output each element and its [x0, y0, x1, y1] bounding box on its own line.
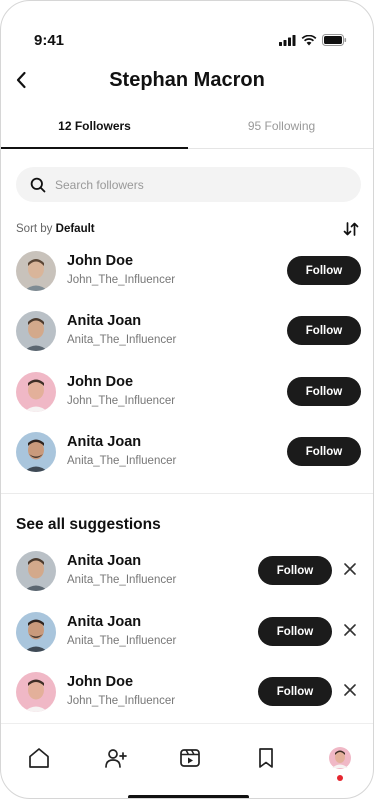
- suggestion-name: Anita Joan: [67, 553, 142, 569]
- follow-button[interactable]: Follow: [258, 617, 332, 646]
- search-icon: [30, 177, 46, 192]
- status-bar: 9:41: [1, 1, 373, 61]
- avatar[interactable]: [16, 311, 56, 351]
- close-icon: [344, 563, 356, 575]
- follow-button[interactable]: Follow: [287, 377, 361, 406]
- section-divider: [1, 493, 373, 494]
- avatar[interactable]: [16, 251, 56, 291]
- status-icons: [279, 34, 347, 46]
- bookmark-icon: [259, 748, 273, 768]
- signal-icon: [279, 34, 296, 46]
- follow-button[interactable]: Follow: [287, 316, 361, 345]
- dismiss-button[interactable]: [343, 623, 357, 637]
- profile-avatar: [329, 747, 351, 769]
- nav-profile[interactable]: [326, 744, 354, 772]
- nav-bookmarks[interactable]: [252, 744, 280, 772]
- search-input[interactable]: [55, 177, 335, 192]
- avatar[interactable]: [16, 672, 56, 712]
- suggestion-row: Anita Joan Anita_The_Influencer Follow: [1, 551, 373, 611]
- add-user-icon: [105, 749, 127, 768]
- avatar[interactable]: [16, 372, 56, 412]
- page-title: Stephan Macron: [109, 69, 265, 91]
- follower-row: Anita Joan Anita_The_Influencer Follow: [1, 432, 373, 492]
- follow-button[interactable]: Follow: [287, 256, 361, 285]
- suggestion-row: Anita Joan Anita_The_Influencer Follow: [1, 612, 373, 672]
- follow-button[interactable]: Follow: [258, 556, 332, 585]
- suggestion-name: Anita Joan: [67, 614, 142, 630]
- suggestion-handle: John_The_Influencer: [67, 695, 176, 707]
- follower-row: Anita Joan Anita_The_Influencer Follow: [1, 311, 373, 371]
- avatar[interactable]: [16, 612, 56, 652]
- nav-add-user[interactable]: [102, 744, 130, 772]
- status-time: 9:41: [34, 32, 65, 49]
- tabs: 12 Followers 95 Following: [1, 113, 373, 149]
- tab-following[interactable]: 95 Following: [188, 113, 373, 149]
- notification-dot: [337, 775, 343, 781]
- suggestions-title[interactable]: See all suggestions: [16, 516, 161, 534]
- sort-prefix: Sort by: [16, 223, 53, 235]
- avatar-image: [16, 311, 56, 351]
- avatar-image: [16, 251, 56, 291]
- follower-handle: Anita_The_Influencer: [67, 455, 177, 467]
- suggestion-handle: Anita_The_Influencer: [67, 635, 177, 647]
- follower-name: John Doe: [67, 374, 134, 390]
- home-indicator: [128, 795, 249, 798]
- bottom-nav: [1, 723, 373, 798]
- reels-icon: [180, 749, 200, 767]
- nav-home[interactable]: [25, 744, 53, 772]
- tab-followers[interactable]: 12 Followers: [1, 113, 188, 149]
- dismiss-button[interactable]: [343, 562, 357, 576]
- follower-name: John Doe: [67, 253, 134, 269]
- follower-handle: John_The_Influencer: [67, 274, 176, 286]
- avatar[interactable]: [16, 432, 56, 472]
- avatar-image: [16, 432, 56, 472]
- suggestion-name: John Doe: [67, 674, 134, 690]
- home-icon: [29, 748, 49, 768]
- close-icon: [344, 624, 356, 636]
- phone-screen: 9:41 Stephan Macron 12 Followers 95 Foll…: [0, 0, 374, 799]
- sort-icon[interactable]: [343, 222, 359, 236]
- dismiss-button[interactable]: [343, 683, 357, 697]
- active-tab-indicator: [1, 147, 188, 149]
- suggestion-handle: Anita_The_Influencer: [67, 574, 177, 586]
- search-bar: [16, 167, 361, 202]
- follower-name: Anita Joan: [67, 313, 142, 329]
- header: Stephan Macron: [1, 61, 373, 103]
- follow-button[interactable]: Follow: [287, 437, 361, 466]
- wifi-icon: [301, 34, 317, 45]
- sort-row: Sort by Default: [16, 220, 359, 238]
- sort-value: Default: [55, 223, 95, 235]
- avatar-image: [16, 372, 56, 412]
- avatar-image: [16, 551, 56, 591]
- avatar-image: [16, 672, 56, 712]
- follower-handle: Anita_The_Influencer: [67, 334, 177, 346]
- nav-reels[interactable]: [176, 744, 204, 772]
- follower-row: John Doe John_The_Influencer Follow: [1, 372, 373, 432]
- follower-name: Anita Joan: [67, 434, 142, 450]
- follower-handle: John_The_Influencer: [67, 395, 176, 407]
- follow-button[interactable]: Follow: [258, 677, 332, 706]
- battery-icon: [322, 34, 347, 46]
- close-icon: [344, 684, 356, 696]
- follower-row: John Doe John_The_Influencer Follow: [1, 251, 373, 311]
- sort-label[interactable]: Sort by Default: [16, 223, 95, 235]
- avatar-image: [16, 612, 56, 652]
- avatar[interactable]: [16, 551, 56, 591]
